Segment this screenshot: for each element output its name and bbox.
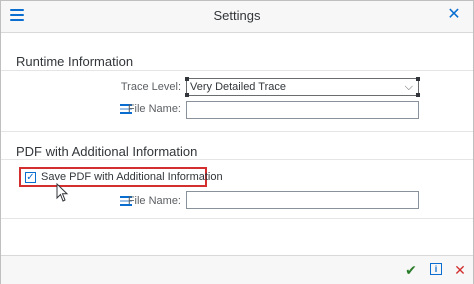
cross-icon[interactable]: ✕ xyxy=(452,262,468,278)
runtime-group: Trace Level: Very Detailed Trace ⌵ File … xyxy=(1,70,473,132)
trace-level-value: Very Detailed Trace xyxy=(190,81,286,93)
dialog-title: Settings xyxy=(213,8,261,23)
dialog-footer: ✔ i ✕ xyxy=(1,255,473,284)
pdf-file-name-input[interactable] xyxy=(186,191,419,209)
runtime-file-name-label: File Name: xyxy=(127,103,181,115)
runtime-file-name-input[interactable] xyxy=(186,101,419,119)
dialog-header: Settings ✕ xyxy=(1,1,473,33)
trace-level-select[interactable]: Very Detailed Trace ⌵ xyxy=(185,77,420,97)
save-pdf-checkbox-label[interactable]: Save PDF with Additional Information xyxy=(41,171,223,183)
pdf-file-name-label: File Name: xyxy=(127,195,181,207)
pdf-group-title: PDF with Additional Information xyxy=(16,144,198,159)
checkmark-icon[interactable]: ✔ xyxy=(403,262,419,278)
info-icon[interactable]: i xyxy=(429,262,445,278)
mouse-pointer-icon xyxy=(56,183,69,202)
trace-level-label: Trace Level: xyxy=(120,81,181,93)
save-pdf-checkbox[interactable]: ✓ xyxy=(25,172,36,183)
chevron-down-icon: ⌵ xyxy=(404,81,413,93)
close-icon[interactable]: ✕ xyxy=(446,7,462,23)
settings-dialog: Settings ✕ Runtime Information Trace Lev… xyxy=(0,0,474,284)
runtime-group-title: Runtime Information xyxy=(16,54,134,69)
